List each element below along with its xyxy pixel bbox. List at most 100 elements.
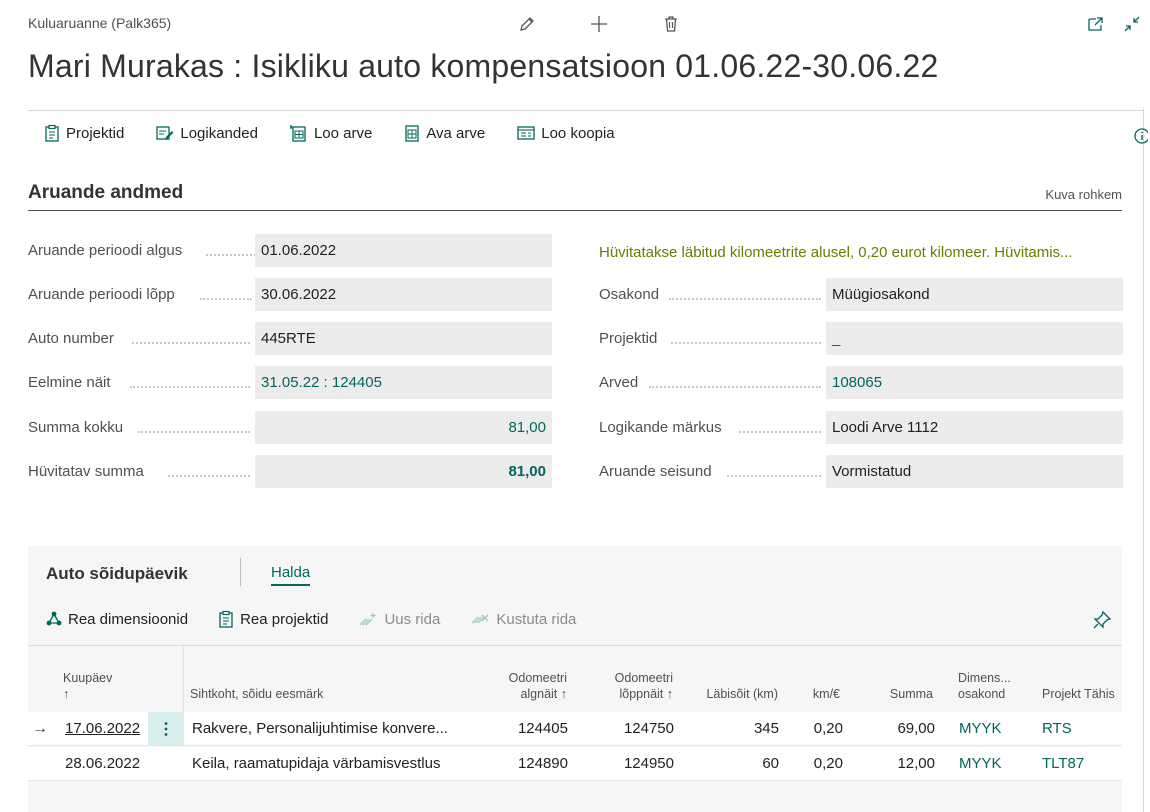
- destination-cell[interactable]: Keila, raamatupidaja värbamisvestlus: [192, 747, 474, 781]
- open-invoice-action[interactable]: Ava arve: [404, 124, 485, 142]
- rate-cell[interactable]: 0,20: [798, 747, 843, 781]
- field-label: Hüvitatav summa: [28, 463, 144, 480]
- project-cell[interactable]: TLT87: [1042, 747, 1118, 781]
- clipboard-icon: [219, 610, 233, 628]
- dimension-cell[interactable]: MYYK: [959, 712, 1029, 746]
- line-dimensions-action[interactable]: Rea dimensioonid: [46, 610, 188, 628]
- delete-line-icon: [471, 614, 489, 624]
- projects-link[interactable]: _: [826, 322, 1123, 355]
- previous-reading-link[interactable]: 31.05.22 : 124405: [255, 366, 552, 399]
- line-projects-action[interactable]: Rea projektid: [218, 610, 328, 628]
- project-cell[interactable]: RTS: [1042, 712, 1118, 746]
- invoices-link[interactable]: 108065: [826, 366, 1123, 399]
- field-department: Osakond Müügiosakond: [599, 278, 1123, 311]
- field-period-end: Aruande perioodi lõpp 30.06.2022: [28, 278, 552, 311]
- field-total-amount: Summa kokku 81,00: [28, 411, 552, 444]
- open-invoice-icon: [405, 125, 419, 142]
- new-line-action[interactable]: Uus rida: [358, 610, 440, 628]
- edit-pencil-icon[interactable]: [515, 10, 539, 38]
- section-divider: [28, 210, 1122, 211]
- field-report-status: Aruande seisund Vormistatud: [599, 455, 1123, 488]
- odometer-end-cell[interactable]: 124750: [594, 712, 674, 746]
- field-reimbursable-amount: Hüvitatav summa 81,00: [28, 455, 552, 488]
- action-bar: Projektid Logikanded Loo arve Ava arve L…: [44, 124, 615, 142]
- date-cell[interactable]: 28.06.2022: [65, 747, 145, 781]
- field-label: Projektid: [599, 330, 658, 347]
- field-invoices: Arved 108065: [599, 366, 1123, 399]
- col-header-rate[interactable]: km/€: [798, 686, 840, 702]
- total-amount-value[interactable]: 81,00: [255, 411, 552, 444]
- info-icon[interactable]: [1132, 126, 1150, 151]
- department-input[interactable]: Müügiosakond: [826, 278, 1123, 311]
- create-invoice-icon: [289, 125, 306, 142]
- open-new-window-icon[interactable]: [1086, 12, 1106, 36]
- more-options-icon: [164, 722, 168, 736]
- field-label: Auto number: [28, 330, 114, 347]
- field-car-number: Auto number 445RTE: [28, 322, 552, 355]
- line-projects-label: Rea projektid: [240, 610, 329, 628]
- date-cell[interactable]: 17.06.2022: [65, 712, 145, 746]
- dimension-cell[interactable]: MYYK: [959, 747, 1029, 781]
- new-line-label: Uus rida: [384, 610, 441, 628]
- field-label: Summa kokku: [28, 419, 124, 436]
- log-note-input[interactable]: Loodi Arve 1112: [826, 411, 1123, 444]
- new-plus-icon[interactable]: [587, 10, 611, 38]
- create-copy-action[interactable]: Loo koopia: [517, 124, 615, 142]
- row-menu-button[interactable]: [148, 712, 184, 746]
- log-entries-action[interactable]: Logikanded: [156, 124, 258, 142]
- field-label: Aruande perioodi algus: [28, 242, 183, 259]
- delete-line-action[interactable]: Kustuta rida: [470, 610, 576, 628]
- field-label: Osakond: [599, 286, 660, 303]
- delete-trash-icon[interactable]: [659, 10, 683, 38]
- page-toolbar: [515, 10, 683, 38]
- log-entries-icon: [156, 126, 174, 140]
- selected-row-arrow-icon: →: [32, 720, 48, 737]
- create-invoice-action-label: Loo arve: [313, 124, 373, 142]
- amount-cell[interactable]: 12,00: [868, 747, 935, 781]
- amount-cell[interactable]: 69,00: [868, 712, 935, 746]
- create-invoice-action[interactable]: Loo arve: [289, 124, 373, 142]
- field-label: Aruande seisund: [599, 463, 712, 480]
- field-label: Arved: [599, 374, 639, 391]
- destination-cell[interactable]: Rakvere, Personalijuhtimise konvere...: [192, 712, 474, 746]
- table-row[interactable]: 28.06.2022 Keila, raamatupidaja värbamis…: [28, 747, 1122, 781]
- field-projects: Projektid _: [599, 322, 1123, 355]
- report-status-input[interactable]: Vormistatud: [826, 455, 1123, 488]
- table-row[interactable]: → 17.06.2022 Rakvere, Personalijuhtimise…: [28, 712, 1122, 746]
- period-end-input[interactable]: 30.06.2022: [255, 278, 552, 311]
- field-log-note: Logikande märkus Loodi Arve 1112: [599, 411, 1123, 444]
- projects-action[interactable]: Projektid: [44, 124, 124, 142]
- line-dimensions-label: Rea dimensioonid: [68, 610, 189, 628]
- period-start-input[interactable]: 01.06.2022: [255, 234, 552, 267]
- factbox-divider: [1143, 108, 1144, 812]
- col-header-distance[interactable]: Läbisõit (km): [688, 686, 778, 702]
- create-copy-action-label: Loo koopia: [541, 124, 615, 142]
- tab-manage[interactable]: Halda: [271, 564, 311, 586]
- col-header-amount[interactable]: Summa: [868, 686, 933, 702]
- odometer-end-cell[interactable]: 124950: [594, 747, 674, 781]
- col-header-destination[interactable]: Sihtkoht, sõidu eesmärk: [190, 686, 323, 702]
- col-header-date[interactable]: Kuupäev ↑: [63, 670, 112, 702]
- col-header-odometer-start[interactable]: Odomeetri algnäit ↑: [490, 670, 567, 702]
- pin-icon[interactable]: [1092, 610, 1112, 635]
- rate-cell[interactable]: 0,20: [798, 712, 843, 746]
- odometer-start-cell[interactable]: 124890: [488, 747, 568, 781]
- collapse-arrows-icon[interactable]: [1122, 12, 1142, 36]
- field-label: Aruande perioodi lõpp: [28, 286, 175, 303]
- delete-line-label: Kustuta rida: [496, 610, 577, 628]
- field-previous-reading: Eelmine näit 31.05.22 : 124405: [28, 366, 552, 399]
- distance-cell[interactable]: 60: [698, 747, 779, 781]
- show-more-link[interactable]: Kuva rohkem: [1045, 187, 1122, 202]
- distance-cell[interactable]: 345: [698, 712, 779, 746]
- reimbursable-amount-value[interactable]: 81,00: [255, 455, 552, 488]
- field-label: Eelmine näit: [28, 374, 111, 391]
- dimensions-icon: [46, 611, 62, 626]
- subpage-title: Auto sõidupäevik: [46, 564, 188, 583]
- new-line-icon: [360, 613, 376, 626]
- car-number-input[interactable]: 445RTE: [255, 322, 552, 355]
- col-header-dimension[interactable]: Dimens... osakond: [958, 670, 1011, 702]
- odometer-start-cell[interactable]: 124405: [488, 712, 568, 746]
- col-header-odometer-end[interactable]: Odomeetri lõppnäit ↑: [596, 670, 673, 702]
- window-toolbar: [1086, 12, 1142, 36]
- col-header-project[interactable]: Projekt Tähis: [1042, 686, 1115, 702]
